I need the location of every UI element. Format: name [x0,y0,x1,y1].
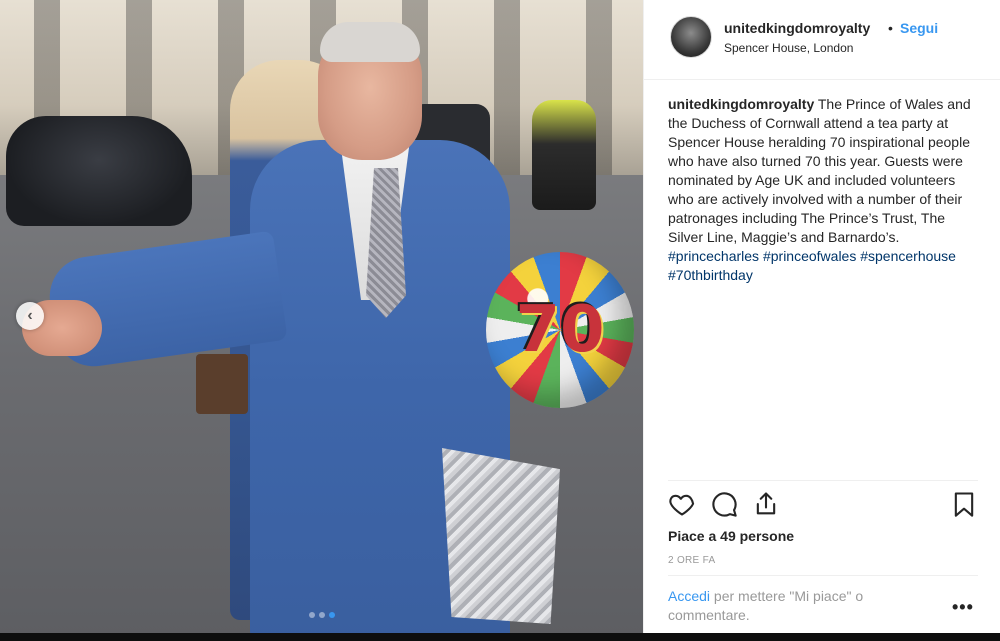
post-photo[interactable]: 70 ‹ [0,0,643,641]
clutch-bag [196,354,248,414]
post-header: unitedkingdomroyalty • Segui Spencer Hou… [644,0,1000,80]
carousel-dot [319,612,325,618]
carousel-indicator [309,612,335,618]
carousel-dot [309,612,315,618]
caption-text: The Prince of Wales and the Duchess of C… [668,96,971,245]
likes-count[interactable]: Piace a 49 persone [668,528,794,544]
police-motorbike [532,100,596,210]
hashtag-link[interactable]: #70thbirthday [668,267,753,283]
page-bottom-edge [0,633,1000,641]
comment-icon[interactable] [710,490,738,518]
balloon-number: 70 [515,293,605,367]
hashtag-link[interactable]: #princecharles [668,248,759,264]
background-car [6,116,192,226]
location-link[interactable]: Spencer House, London [724,41,853,55]
username-link[interactable]: unitedkingdomroyalty [724,20,870,36]
separator-dot: • [888,20,893,36]
carousel-prev-button[interactable]: ‹ [16,302,44,330]
bookmark-icon[interactable] [950,490,978,518]
heart-icon[interactable] [668,490,696,518]
chevron-left-icon: ‹ [27,307,33,324]
login-link[interactable]: Accedi [668,588,710,604]
login-prompt: Accedi per mettere "Mi piace" o commenta… [668,587,928,625]
avatar[interactable] [670,16,712,58]
divider [668,575,978,576]
hashtag-link[interactable]: #spencerhouse [860,248,956,264]
caption-username[interactable]: unitedkingdomroyalty [668,96,814,112]
hashtag-link[interactable]: #princeofwales [763,248,856,264]
carousel-dot-active [329,612,335,618]
post-timestamp: 2 ORE FA [668,555,716,566]
post-panel: unitedkingdomroyalty • Segui Spencer Hou… [643,0,1000,641]
follow-button[interactable]: Segui [900,20,938,36]
share-icon[interactable] [752,490,780,518]
divider [668,480,978,481]
post-caption: unitedkingdomroyalty The Prince of Wales… [668,95,978,285]
more-options-button[interactable]: ••• [952,597,974,618]
gift-bag [442,448,560,624]
man-hair [320,22,420,62]
